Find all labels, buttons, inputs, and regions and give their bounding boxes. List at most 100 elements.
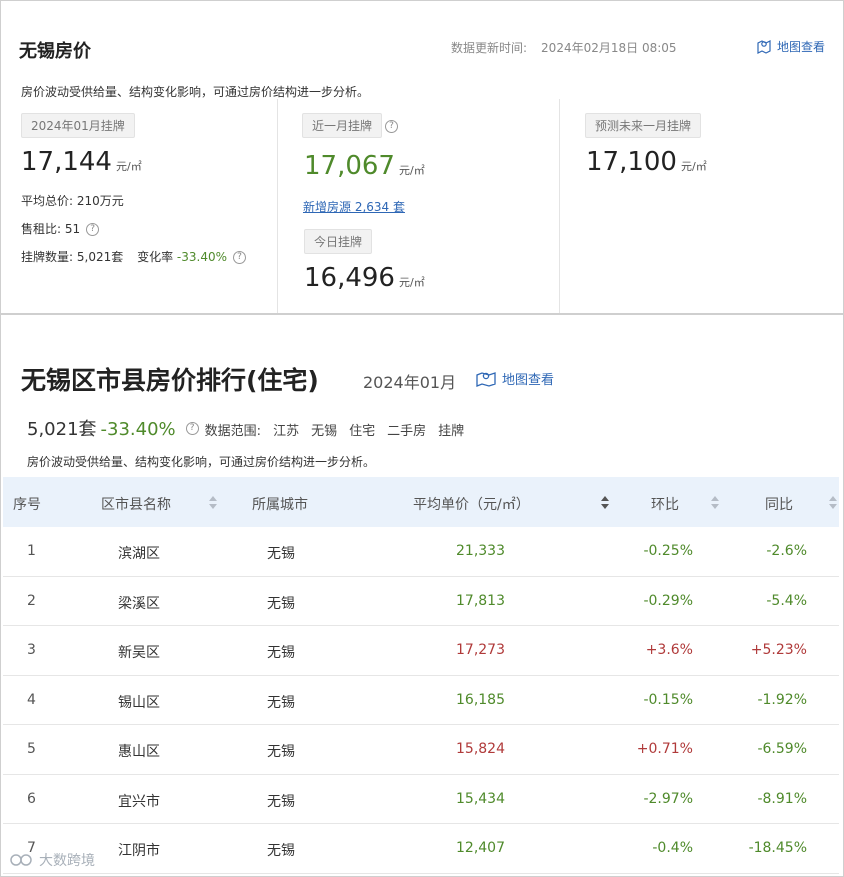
row-index: 5 <box>27 741 36 757</box>
district-name: 新吴区 <box>118 645 160 661</box>
avg-total-value: 210万元 <box>76 194 124 208</box>
avg-price: 12,407 <box>456 840 505 856</box>
listing-label: 挂牌数量: <box>21 250 74 264</box>
help-icon[interactable]: ? <box>185 421 199 435</box>
district-name: 锡山区 <box>118 694 160 711</box>
year-over-year: -1.92% <box>757 691 807 708</box>
price-unit: 元/㎡ <box>115 160 142 173</box>
city-name: 无锡 <box>267 793 295 810</box>
monthly-listing-tag: 2024年01月挂牌 <box>21 113 135 138</box>
year-over-year: +5.23% <box>750 642 807 658</box>
ranking-change: -33.40% <box>100 419 176 440</box>
district-name: 惠山区 <box>118 744 160 760</box>
col-header-mom[interactable]: 环比 <box>651 494 679 514</box>
today-price-value: 16,496 <box>304 263 395 293</box>
table-row[interactable]: 6 宜兴市 无锡 15,434 -2.97% -8.91% <box>3 775 839 824</box>
district-ranking-panel: 无锡区市县房价排行(住宅) 2024年01月 地图查看 5,021套 -33.4… <box>0 314 844 877</box>
table-row[interactable]: 2 梁溪区 无锡 17,813 -0.29% -5.4% <box>3 577 839 626</box>
change-value: -33.40% <box>176 250 227 264</box>
year-over-year: -5.4% <box>766 592 807 609</box>
sort-icon[interactable] <box>209 496 217 510</box>
recent-listing-column: 近一月挂牌 ? 17,067 元/㎡ 新增房源 2,634 套 今日挂牌 16,4… <box>277 99 559 313</box>
city-name: 无锡 <box>267 744 295 760</box>
forecast-listing-price: 17,100 元/㎡ <box>586 147 707 177</box>
range-item[interactable]: 二手房 <box>387 424 426 439</box>
watermark-text: 大数跨境 <box>39 853 95 869</box>
ranking-description: 房价波动受供给量、结构变化影响，可通过房价结构进一步分析。 <box>27 455 376 469</box>
monthly-listing-price: 17,144 元/㎡ <box>21 147 142 177</box>
price-overview-panel: 无锡房价 数据更新时间: 2024年02月18日 08:05 地图查看 房价波动受… <box>0 0 844 314</box>
avg-price: 15,434 <box>456 790 505 807</box>
city-name: 无锡 <box>267 694 295 711</box>
new-listings-link[interactable]: 新增房源 2,634 套 <box>303 198 405 215</box>
recent-price-value: 17,067 <box>304 151 395 181</box>
listing-value: 5,021套 <box>76 250 124 264</box>
table-header: 序号 区市县名称 所属城市 平均单价（元/㎡） 环比 同比 <box>3 477 839 527</box>
map-view-link[interactable]: 地图查看 <box>755 37 825 55</box>
sort-icon[interactable] <box>601 496 609 510</box>
col-header-idx: 序号 <box>13 497 41 513</box>
listing-count: 挂牌数量: 5,021套 变化率 -33.40%? <box>21 248 246 265</box>
table-row[interactable]: 4 锡山区 无锡 16,185 -0.15% -1.92% <box>3 676 839 725</box>
help-icon[interactable]: ? <box>233 251 246 264</box>
price-description: 房价波动受供给量、结构变化影响，可通过房价结构进一步分析。 <box>21 85 370 99</box>
avg-total-price: 平均总价: 210万元 <box>21 192 124 209</box>
table-row[interactable]: 7 江阴市 无锡 12,407 -0.4% -18.45% <box>3 824 839 874</box>
monthly-listing-column: 2024年01月挂牌 17,144 元/㎡ 平均总价: 210万元 售租比: 51… <box>1 99 277 313</box>
avg-price: 15,824 <box>456 741 505 757</box>
data-range: 数据范围: 江苏 无锡 住宅 二手房 挂牌 <box>205 420 476 439</box>
year-over-year: -8.91% <box>757 790 807 807</box>
map-view-label: 地图查看 <box>776 39 825 54</box>
row-index: 4 <box>27 691 36 708</box>
recent-listing-price: 17,067 元/㎡ <box>304 151 425 181</box>
watermark-logo-icon <box>10 854 32 866</box>
watermark: 大数跨境 <box>9 850 95 870</box>
table-row[interactable]: 5 惠山区 无锡 15,824 +0.71% -6.59% <box>3 725 839 775</box>
forecast-price-value: 17,100 <box>586 147 677 177</box>
year-over-year: -18.45% <box>748 840 807 856</box>
sort-icon[interactable] <box>829 496 837 510</box>
ranking-count: 5,021套 <box>27 419 97 440</box>
help-icon[interactable]: ? <box>385 120 398 133</box>
update-label: 数据更新时间: <box>451 41 528 55</box>
district-name: 滨湖区 <box>118 546 160 562</box>
col-header-city: 所属城市 <box>252 497 308 513</box>
map-pin-icon <box>757 40 771 54</box>
sort-icon[interactable] <box>711 496 719 510</box>
table-row[interactable]: 3 新吴区 无锡 17,273 +3.6% +5.23% <box>3 626 839 676</box>
year-over-year: -6.59% <box>757 741 807 757</box>
range-item[interactable]: 挂牌 <box>438 424 464 439</box>
change-label: 变化率 <box>137 250 174 264</box>
monthly-price-value: 17,144 <box>21 147 112 177</box>
price-unit: 元/㎡ <box>680 160 707 173</box>
district-name: 宜兴市 <box>118 793 160 810</box>
range-item[interactable]: 住宅 <box>349 424 375 439</box>
col-header-price[interactable]: 平均单价（元/㎡） <box>413 494 530 514</box>
month-over-month: -0.25% <box>643 543 693 559</box>
price-unit: 元/㎡ <box>398 164 425 177</box>
table-row[interactable]: 1 滨湖区 无锡 21,333 -0.25% -2.6% <box>3 527 839 577</box>
ranking-table-body: 1 滨湖区 无锡 21,333 -0.25% -2.6% 2 梁溪区 无锡 17,813 -0.29… <box>3 527 839 874</box>
recent-listing-tag: 近一月挂牌 <box>302 113 383 138</box>
row-index: 6 <box>27 790 36 807</box>
today-listing-price: 16,496 元/㎡ <box>304 263 425 293</box>
city-name: 无锡 <box>267 645 295 661</box>
rent-ratio: 售租比: 51? <box>21 220 100 237</box>
avg-price: 17,813 <box>456 592 505 609</box>
avg-price: 17,273 <box>456 642 505 658</box>
ranking-summary: 5,021套 -33.40% ? 数据范围: 江苏 无锡 住宅 二手房 挂牌 <box>27 415 476 441</box>
month-over-month: +3.6% <box>645 642 693 658</box>
month-over-month: -0.15% <box>643 691 693 708</box>
district-name: 梁溪区 <box>118 595 160 612</box>
col-header-name[interactable]: 区市县名称 <box>101 494 171 514</box>
ranking-map-view-link[interactable]: 地图查看 <box>475 368 554 388</box>
range-item[interactable]: 无锡 <box>311 424 337 439</box>
district-name: 江阴市 <box>118 843 160 859</box>
ranking-map-view-label: 地图查看 <box>502 372 555 388</box>
city-name: 无锡 <box>267 595 295 612</box>
range-item[interactable]: 江苏 <box>273 424 299 439</box>
month-over-month: -0.4% <box>652 840 693 856</box>
col-header-yoy[interactable]: 同比 <box>765 494 793 514</box>
city-name: 无锡 <box>267 843 295 859</box>
help-icon[interactable]: ? <box>86 223 100 236</box>
